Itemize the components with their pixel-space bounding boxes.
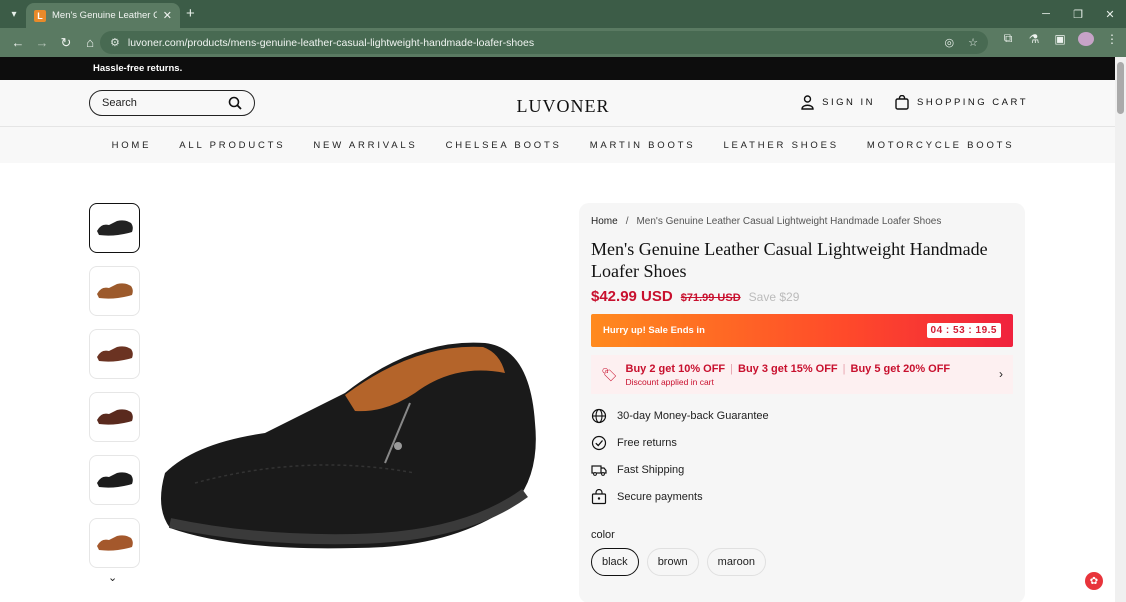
feature-item: 30-day Money-back Guarantee xyxy=(591,408,1013,424)
breadcrumb-separator: / xyxy=(625,216,629,227)
product-section: ⌄ Home / Men's Genuine Leather Casual Li… xyxy=(0,163,1126,602)
scrollbar-thumb[interactable] xyxy=(1117,62,1124,114)
feature-label: 30-day Money-back Guarantee xyxy=(617,410,769,422)
menu-item-chelsea-boots[interactable]: CHELSEA BOOTS xyxy=(446,140,562,151)
new-tab-icon[interactable]: + xyxy=(186,5,195,22)
profile-avatar[interactable] xyxy=(1078,31,1094,46)
announcement-bar: Hassle-free returns. xyxy=(0,57,1126,80)
chevron-right-icon[interactable]: › xyxy=(999,367,1003,381)
compare-price: $71.99 USD xyxy=(680,292,741,304)
feature-item: Fast Shipping xyxy=(591,462,1013,478)
browser-tabbar: ▾ L Men's Genuine Leather Casual L ✕ + ─… xyxy=(0,0,1126,28)
shopping-bag-icon xyxy=(895,95,909,110)
favicon: L xyxy=(34,9,46,22)
feature-label: Free returns xyxy=(617,437,677,449)
forward-icon[interactable]: → xyxy=(30,31,54,55)
menu-item-leather-shoes[interactable]: LEATHER SHOES xyxy=(723,140,838,151)
flask-icon[interactable]: ⚗ xyxy=(1026,32,1042,46)
truck-icon xyxy=(591,465,607,476)
thumbnail[interactable] xyxy=(89,455,140,505)
color-option-maroon[interactable]: maroon xyxy=(706,548,766,576)
offer-buy-2: Buy 2 get 10% OFF xyxy=(625,362,726,375)
tab-close-icon[interactable]: ✕ xyxy=(163,9,172,22)
menu-item-martin-boots[interactable]: MARTIN BOOTS xyxy=(590,140,696,151)
color-option-black[interactable]: black xyxy=(591,548,639,576)
tab-title: Men's Genuine Leather Casual L xyxy=(52,10,157,21)
breadcrumb-home[interactable]: Home xyxy=(591,216,618,227)
feature-item: Secure payments xyxy=(591,489,1013,505)
more-menu-icon[interactable]: ⋮ xyxy=(1104,32,1120,46)
thumbnail[interactable] xyxy=(89,518,140,568)
globe-icon xyxy=(591,408,607,424)
site-header: Search LUVONER SIGN IN SHOPPING CART xyxy=(0,80,1126,127)
sale-price: $42.99 USD xyxy=(591,288,673,305)
browser-tab[interactable]: L Men's Genuine Leather Casual L ✕ xyxy=(26,3,180,28)
cart-link[interactable]: SHOPPING CART xyxy=(895,95,1028,110)
feature-list: 30-day Money-back Guarantee Free returns… xyxy=(591,408,1013,505)
back-icon[interactable]: ← xyxy=(6,31,30,55)
thumbnail[interactable] xyxy=(89,203,140,253)
reload-icon[interactable]: ↻ xyxy=(54,31,78,55)
offer-buy-3: Buy 3 get 15% OFF xyxy=(738,362,838,375)
window-close-icon[interactable]: ✕ xyxy=(1094,0,1126,28)
thumbnail-list xyxy=(89,203,140,568)
user-icon xyxy=(801,95,814,110)
chevron-down-icon[interactable]: ⌄ xyxy=(108,571,117,584)
page-scrollbar[interactable] xyxy=(1115,57,1126,602)
product-image[interactable] xyxy=(155,333,540,563)
extensions-icon[interactable]: ⧉ xyxy=(1000,31,1016,46)
secure-payment-icon xyxy=(591,489,607,505)
thumbnail[interactable] xyxy=(89,392,140,442)
save-amount: Save $29 xyxy=(748,290,800,304)
eye-off-icon[interactable]: ◎ xyxy=(945,36,955,49)
menu-item-motorcycle-boots[interactable]: MOTORCYCLE BOOTS xyxy=(867,140,1015,151)
feature-label: Fast Shipping xyxy=(617,464,685,476)
url-text[interactable]: luvoner.com/products/mens-genuine-leathe… xyxy=(128,37,945,49)
address-bar[interactable]: ⚙ luvoner.com/products/mens-genuine-leat… xyxy=(100,31,988,54)
product-title: Men's Genuine Leather Casual Lightweight… xyxy=(591,239,988,281)
countdown-timer: 04 : 53 : 19.5 xyxy=(926,323,1001,338)
discount-note: Discount applied in cart xyxy=(625,376,714,387)
color-label: color xyxy=(591,529,615,541)
side-panel-icon[interactable]: ▣ xyxy=(1052,32,1068,46)
gift-widget-icon[interactable]: ✿ xyxy=(1085,572,1103,590)
product-info-panel: Home / Men's Genuine Leather Casual Ligh… xyxy=(579,203,1025,602)
menu-item-new-arrivals[interactable]: NEW ARRIVALS xyxy=(313,140,417,151)
cart-label: SHOPPING CART xyxy=(917,97,1028,108)
feature-label: Secure payments xyxy=(617,491,703,503)
volume-discount-banner[interactable]: 🏷 Buy 2 get 10% OFF | Buy 3 get 15% OFF … xyxy=(591,355,1013,394)
menu-item-home[interactable]: HOME xyxy=(112,140,152,151)
breadcrumb-current: Men's Genuine Leather Casual Lightweight… xyxy=(636,216,942,227)
main-menu: HOME ALL PRODUCTS NEW ARRIVALS CHELSEA B… xyxy=(0,127,1126,163)
browser-navbar: ← → ↻ ⌂ ⚙ luvoner.com/products/mens-genu… xyxy=(0,28,1126,57)
bookmark-star-icon[interactable]: ☆ xyxy=(968,36,978,49)
offer-buy-5: Buy 5 get 20% OFF xyxy=(850,362,951,375)
thumbnail[interactable] xyxy=(89,329,140,379)
site-info-icon[interactable]: ⚙ xyxy=(110,36,120,49)
breadcrumb: Home / Men's Genuine Leather Casual Ligh… xyxy=(591,216,1013,227)
color-options: black brown maroon xyxy=(591,548,1013,576)
price-tag-icon: 🏷 xyxy=(601,366,618,382)
restore-icon[interactable]: ❐ xyxy=(1062,0,1094,28)
home-icon[interactable]: ⌂ xyxy=(78,31,102,55)
menu-item-all-products[interactable]: ALL PRODUCTS xyxy=(179,140,285,151)
sale-countdown-bar: Hurry up! Sale Ends in 04 : 53 : 19.5 xyxy=(591,314,1013,347)
feature-item: Free returns xyxy=(591,435,1013,451)
tab-search-icon[interactable]: ▾ xyxy=(0,0,28,28)
thumbnail[interactable] xyxy=(89,266,140,316)
minimize-icon[interactable]: ─ xyxy=(1030,0,1062,28)
sign-in-link[interactable]: SIGN IN xyxy=(801,95,875,110)
sign-in-label: SIGN IN xyxy=(822,97,876,108)
check-circle-icon xyxy=(591,435,607,451)
color-option-brown[interactable]: brown xyxy=(646,548,699,576)
sale-text: Hurry up! Sale Ends in xyxy=(603,325,705,336)
